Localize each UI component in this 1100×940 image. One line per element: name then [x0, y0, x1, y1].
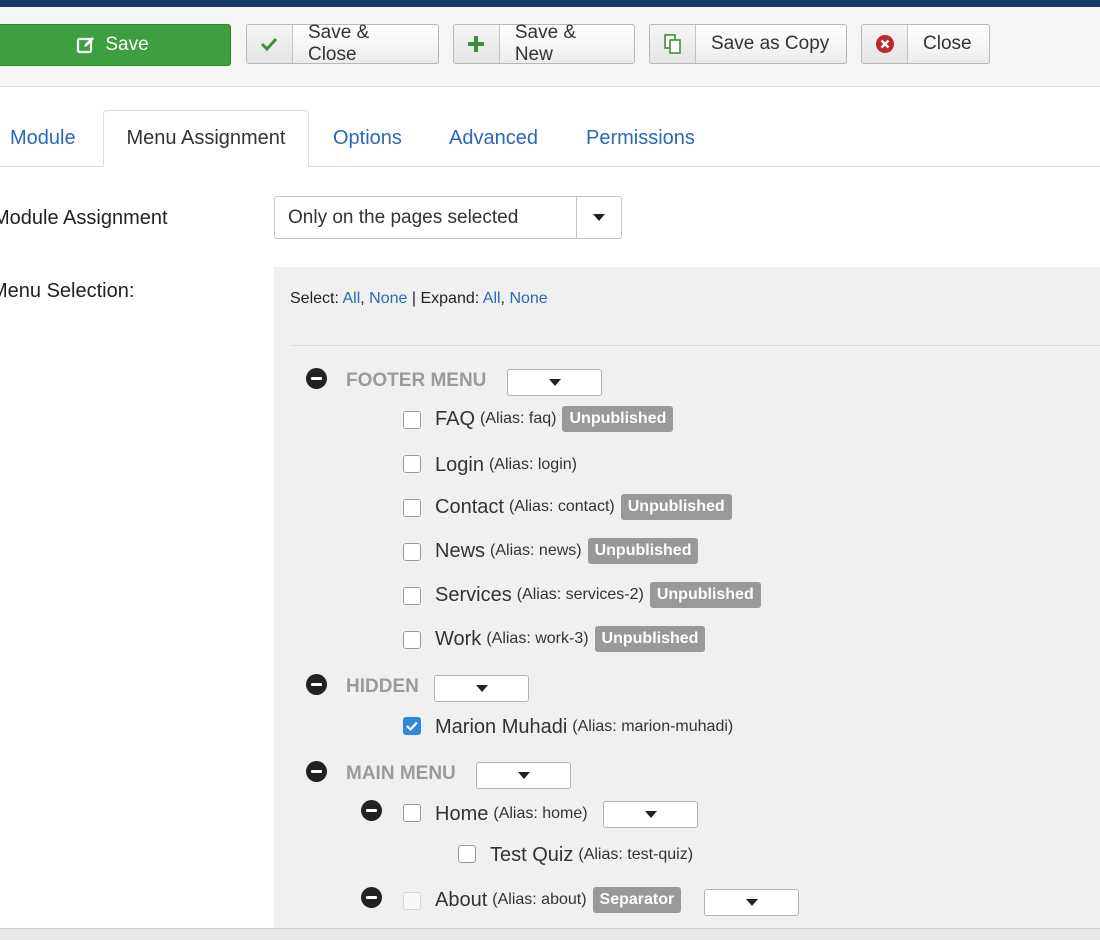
menu-item-home: Home (Alias: home): [435, 802, 588, 825]
toolbar: Save Save & Close Save & New Save as Cop…: [0, 7, 1100, 87]
menu-item-checkbox-checked[interactable]: [403, 717, 421, 735]
save-button[interactable]: Save: [0, 24, 231, 66]
menu-item-checkbox[interactable]: [403, 587, 421, 605]
save-button-label: Save: [105, 34, 149, 55]
tab-bar: Module Menu Assignment Options Advanced …: [0, 110, 1100, 167]
collapse-icon[interactable]: [306, 368, 327, 389]
select-all-link[interactable]: All: [342, 290, 360, 307]
tab-permissions[interactable]: Permissions: [586, 110, 695, 166]
check-icon: [247, 25, 293, 63]
module-assignment-select[interactable]: Only on the pages selected: [274, 196, 622, 239]
menu-item-marion-muhadi: Marion Muhadi (Alias: marion-muhadi): [435, 715, 734, 738]
module-assignment-value: Only on the pages selected: [288, 206, 519, 228]
menu-item-checkbox[interactable]: [403, 411, 421, 429]
menu-item-work: Work (Alias: work-3) Unpublished: [435, 626, 706, 652]
menu-title-main: MAIN MENU: [346, 763, 456, 784]
menu-item-test-quiz: Test Quiz (Alias: test-quiz): [490, 843, 694, 866]
menu-item-checkbox-disabled: [403, 892, 421, 910]
tab-menu-assignment[interactable]: Menu Assignment: [103, 110, 309, 167]
top-header-bar: [0, 0, 1100, 7]
status-badge: Unpublished: [649, 582, 761, 608]
menu-item-contact: Contact (Alias: contact) Unpublished: [435, 494, 732, 520]
select-none-link[interactable]: None: [369, 290, 407, 307]
module-assignment-label: Module Assignment: [0, 207, 168, 229]
bottom-bar: [0, 928, 1100, 940]
save-as-copy-label: Save as Copy: [711, 33, 830, 54]
menu-item-checkbox[interactable]: [403, 455, 421, 473]
menu-title-hidden: HIDDEN: [346, 676, 419, 697]
item-options-dropdown[interactable]: [603, 801, 698, 828]
menu-options-dropdown[interactable]: [434, 675, 529, 702]
tab-options[interactable]: Options: [333, 110, 402, 166]
select-label: Select:: [290, 290, 339, 307]
status-badge: Unpublished: [594, 626, 706, 652]
chevron-down-icon: [576, 197, 621, 238]
menu-item-checkbox[interactable]: [403, 631, 421, 649]
item-options-dropdown[interactable]: [704, 889, 799, 916]
caret-down-icon: [745, 899, 758, 906]
menu-item-checkbox[interactable]: [403, 499, 421, 517]
copy-icon: [650, 25, 696, 63]
separator-badge: Separator: [592, 887, 682, 913]
menu-item-checkbox[interactable]: [458, 845, 476, 863]
close-circle-icon: [862, 25, 908, 63]
close-button[interactable]: Close: [861, 24, 990, 64]
menu-item-services: Services (Alias: services-2) Unpublished: [435, 582, 761, 608]
tab-advanced[interactable]: Advanced: [449, 110, 538, 166]
select-expand-controls: Select: All, None | Expand: All, None: [290, 290, 548, 307]
save-close-button[interactable]: Save & Close: [246, 22, 439, 65]
tab-module[interactable]: Module: [10, 110, 76, 166]
collapse-icon[interactable]: [306, 761, 327, 782]
menu-item-news: News (Alias: news) Unpublished: [435, 538, 699, 564]
status-badge: Unpublished: [562, 406, 674, 432]
menu-selection-label: Menu Selection:: [0, 280, 135, 302]
caret-down-icon: [644, 811, 657, 818]
collapse-icon[interactable]: [306, 674, 327, 695]
expand-all-link[interactable]: All: [483, 290, 501, 307]
save-as-copy-button[interactable]: Save as Copy: [649, 24, 847, 64]
expand-none-link[interactable]: None: [509, 290, 547, 307]
menu-options-dropdown[interactable]: [507, 369, 602, 396]
expand-label: Expand:: [420, 290, 480, 307]
menu-item-checkbox[interactable]: [403, 804, 421, 822]
divider: |: [411, 290, 417, 307]
collapse-icon[interactable]: [361, 800, 382, 821]
caret-down-icon: [475, 685, 488, 692]
caret-down-icon: [548, 379, 561, 386]
save-new-label: Save & New: [514, 22, 577, 65]
close-label: Close: [923, 33, 972, 54]
menu-item-faq: FAQ (Alias: faq) Unpublished: [435, 406, 674, 432]
edit-icon: [77, 37, 95, 54]
menu-options-dropdown[interactable]: [476, 762, 571, 789]
menu-item-about: About (Alias: about) Separator: [435, 887, 682, 913]
separator-line: [290, 345, 1100, 346]
menu-item-checkbox[interactable]: [403, 543, 421, 561]
collapse-icon[interactable]: [361, 887, 382, 908]
menu-item-login: Login (Alias: login): [435, 453, 577, 476]
save-close-label: Save & Close: [307, 22, 370, 65]
status-badge: Unpublished: [587, 538, 699, 564]
menu-title-footer: FOOTER MENU: [346, 370, 487, 391]
caret-down-icon: [517, 772, 530, 779]
status-badge: Unpublished: [620, 494, 732, 520]
save-new-button[interactable]: Save & New: [453, 22, 635, 65]
checkmark-icon: [406, 721, 418, 731]
plus-icon: [454, 25, 500, 63]
